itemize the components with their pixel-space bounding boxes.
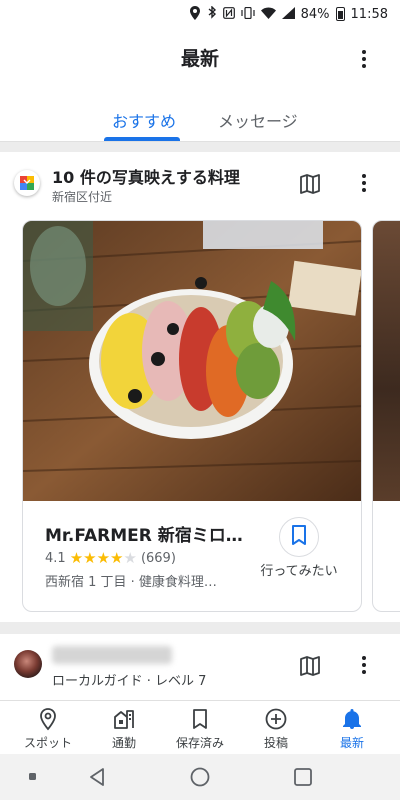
- wifi-icon: [260, 7, 276, 22]
- next-place-card[interactable]: [372, 220, 400, 612]
- post-more-icon[interactable]: [352, 650, 376, 680]
- active-tab-indicator: [104, 137, 180, 141]
- bookmark-icon: [188, 707, 212, 731]
- recent-dot-icon[interactable]: [22, 766, 44, 788]
- page-title: 最新: [180, 48, 219, 70]
- vibrate-icon: [241, 6, 255, 22]
- nav-contribute[interactable]: 投稿: [236, 705, 316, 753]
- section-more-icon[interactable]: [352, 168, 376, 198]
- nav-updates[interactable]: 最新: [312, 705, 392, 753]
- map-icon[interactable]: [298, 172, 322, 196]
- home-icon[interactable]: [189, 766, 211, 788]
- bottom-navigation: スポット 通勤 保存済み 投稿 最新: [0, 700, 400, 754]
- section-subtitle: 新宿区付近: [52, 190, 113, 204]
- recommendation-section: 10 件の写真映えする料理 新宿区付近 Mr.FARMER 新宿ミロ… 4.1 …: [0, 152, 400, 622]
- battery-icon: [335, 7, 345, 21]
- place-address: 西新宿 1 丁目 · 健康食料理…: [45, 575, 217, 590]
- signal-icon: [281, 6, 295, 22]
- google-maps-logo-icon: [14, 170, 40, 196]
- place-icon: [36, 707, 60, 731]
- commute-icon: [112, 707, 136, 731]
- add-circle-icon: [264, 707, 288, 731]
- nav-commute[interactable]: 通勤: [84, 705, 164, 753]
- nav-explore[interactable]: スポット: [8, 705, 88, 753]
- map-icon[interactable]: [298, 654, 322, 678]
- place-card[interactable]: Mr.FARMER 新宿ミロ… 4.1 ★★★★★ (669) 西新宿 1 丁目…: [22, 220, 362, 612]
- top-app-bar: 最新: [0, 28, 400, 88]
- star-rating: ★★★★★: [69, 549, 137, 567]
- overview-icon[interactable]: [292, 766, 314, 788]
- local-guide-level: ローカルガイド · レベル 7: [52, 674, 207, 689]
- food-photo: [23, 221, 361, 501]
- nav-saved[interactable]: 保存済み: [160, 705, 240, 753]
- review-count: (669): [140, 550, 176, 566]
- bluetooth-icon: [207, 4, 217, 23]
- rating-row: 4.1 ★★★★★ (669): [45, 549, 176, 567]
- place-name[interactable]: Mr.FARMER 新宿ミロ…: [45, 521, 243, 546]
- system-navigation-bar: [0, 754, 400, 800]
- back-icon[interactable]: [86, 766, 108, 788]
- next-place-photo: [373, 221, 400, 501]
- tab-messages[interactable]: メッセージ: [218, 108, 298, 132]
- battery-percent: 84%: [300, 6, 330, 22]
- nfc-icon: [222, 6, 235, 22]
- rating-value: 4.1: [45, 550, 66, 566]
- clock: 11:58: [350, 6, 388, 22]
- status-bar: 84% 11:58: [0, 0, 400, 28]
- tab-recommended[interactable]: おすすめ: [112, 108, 176, 132]
- section-title: 10 件の写真映えする料理: [52, 168, 240, 187]
- divider: [0, 142, 400, 152]
- bookmark-icon: [291, 525, 307, 549]
- avatar[interactable]: [14, 650, 42, 678]
- local-guide-post: ローカルガイド · レベル 7: [0, 634, 400, 700]
- want-to-go-label[interactable]: 行ってみたい: [259, 563, 339, 580]
- bell-icon: [340, 707, 364, 731]
- tab-bar: おすすめ メッセージ: [0, 96, 400, 142]
- divider: [0, 622, 400, 634]
- location-icon: [189, 5, 201, 23]
- want-to-go-button[interactable]: [279, 517, 319, 557]
- blurred-user-name: [52, 646, 172, 664]
- overflow-menu-icon[interactable]: [352, 44, 376, 74]
